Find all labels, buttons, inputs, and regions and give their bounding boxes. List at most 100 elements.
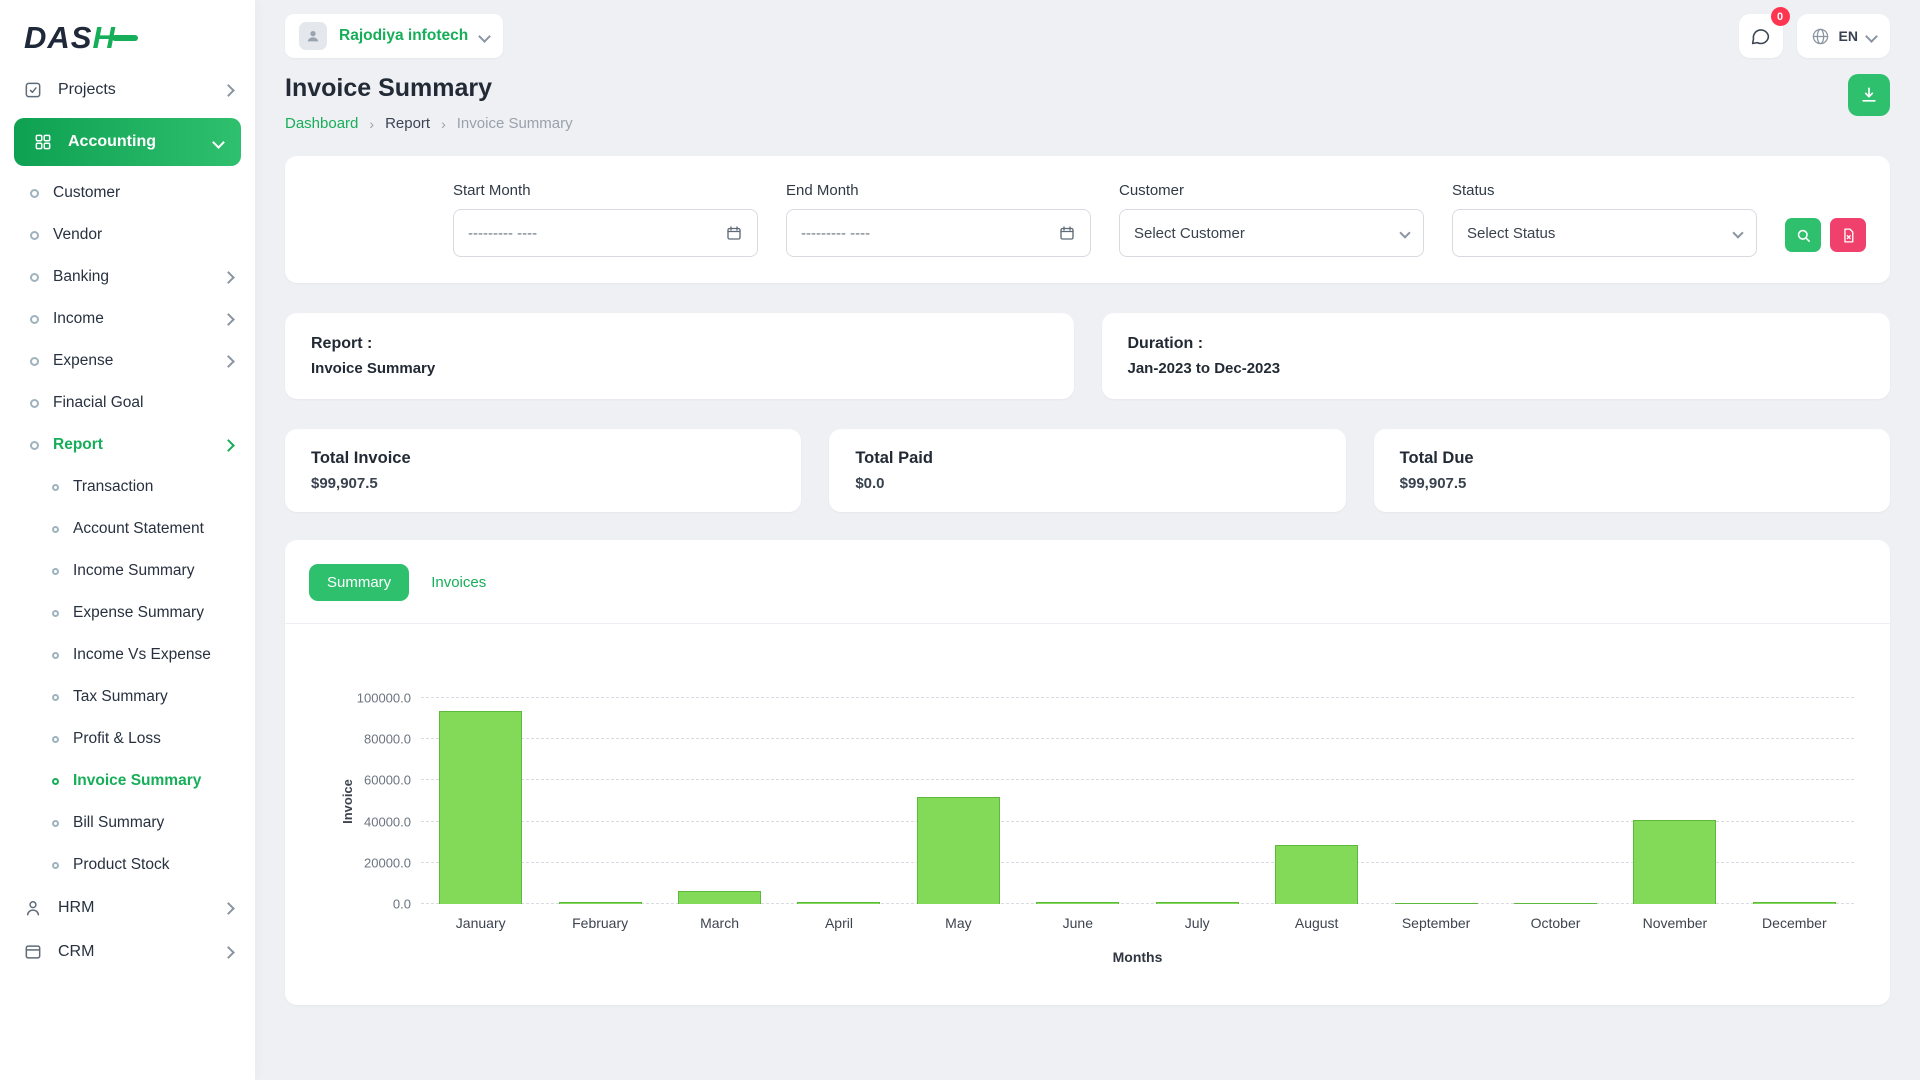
sidebar-item-product-stock[interactable]: Product Stock bbox=[0, 844, 255, 886]
sidebar-item-vendor[interactable]: Vendor bbox=[0, 214, 255, 256]
page-title: Invoice Summary bbox=[285, 74, 573, 103]
start-month-input[interactable]: --------- ---- bbox=[453, 209, 758, 257]
x-axis-ticks: JanuaryFebruaryMarchAprilMayJuneJulyAugu… bbox=[421, 915, 1854, 931]
stat-value: $99,907.5 bbox=[1400, 475, 1864, 492]
search-icon bbox=[1795, 227, 1812, 244]
tab-summary[interactable]: Summary bbox=[309, 564, 409, 601]
sidebar-item-customer[interactable]: Customer bbox=[0, 172, 255, 214]
sidebar-item-hrm[interactable]: HRM bbox=[0, 886, 255, 930]
language-selector[interactable]: EN bbox=[1797, 14, 1890, 58]
bullet-icon bbox=[30, 189, 39, 198]
bar-january[interactable] bbox=[439, 711, 522, 904]
bar-march[interactable] bbox=[678, 891, 761, 904]
apply-filter-button[interactable] bbox=[1785, 218, 1821, 252]
messages-button[interactable]: 0 bbox=[1739, 14, 1783, 58]
calendar-icon bbox=[725, 224, 743, 242]
sidebar-item-label: Report bbox=[53, 436, 103, 454]
sidebar-item-invoice-summary[interactable]: Invoice Summary bbox=[0, 760, 255, 802]
sidebar-item-expense[interactable]: Expense bbox=[0, 340, 255, 382]
sidebar-item-financial-goal[interactable]: Finacial Goal bbox=[0, 382, 255, 424]
calendar-icon bbox=[1058, 224, 1076, 242]
bar-december[interactable] bbox=[1753, 902, 1836, 904]
bar-may[interactable] bbox=[917, 797, 1000, 904]
sidebar-item-bill-summary[interactable]: Bill Summary bbox=[0, 802, 255, 844]
report-label: Report : bbox=[311, 335, 1048, 353]
sidebar-item-profit-loss[interactable]: Profit & Loss bbox=[0, 718, 255, 760]
sidebar-item-account-statement[interactable]: Account Statement bbox=[0, 508, 255, 550]
start-month-label: Start Month bbox=[453, 182, 758, 199]
sidebar-item-label: Income bbox=[53, 310, 104, 328]
breadcrumb-dashboard[interactable]: Dashboard bbox=[285, 115, 358, 132]
bullet-icon bbox=[30, 441, 39, 450]
bar-april[interactable] bbox=[797, 902, 880, 904]
sidebar-item-label: Projects bbox=[58, 81, 116, 99]
bar-slot bbox=[1735, 698, 1854, 904]
status-select[interactable]: Select Status bbox=[1452, 209, 1757, 257]
total-due-card: Total Due $99,907.5 bbox=[1374, 429, 1890, 512]
sidebar-item-label: Vendor bbox=[53, 226, 102, 244]
x-tick-label: November bbox=[1615, 915, 1734, 931]
bullet-icon bbox=[52, 526, 59, 533]
start-month-value: --------- ---- bbox=[468, 225, 537, 242]
sidebar-item-income[interactable]: Income bbox=[0, 298, 255, 340]
download-button[interactable] bbox=[1848, 74, 1890, 116]
workspace-selector[interactable]: Rajodiya infotech bbox=[285, 14, 503, 58]
status-select-value: Select Status bbox=[1467, 225, 1555, 242]
sidebar-item-expense-summary[interactable]: Expense Summary bbox=[0, 592, 255, 634]
status-group: Status Select Status bbox=[1452, 182, 1757, 257]
sidebar-item-crm[interactable]: CRM bbox=[0, 930, 255, 974]
stat-label: Total Invoice bbox=[311, 449, 775, 468]
bullet-icon bbox=[52, 820, 59, 827]
bullet-icon bbox=[52, 610, 59, 617]
bar-september[interactable] bbox=[1395, 903, 1478, 904]
bullet-icon bbox=[52, 862, 59, 869]
breadcrumb-report[interactable]: Report bbox=[385, 115, 430, 132]
bar-august[interactable] bbox=[1275, 845, 1358, 904]
customer-select[interactable]: Select Customer bbox=[1119, 209, 1424, 257]
main-content: Rajodiya infotech 0 EN Invoice Summary D… bbox=[255, 0, 1920, 1035]
sidebar-item-projects[interactable]: Projects bbox=[0, 68, 255, 112]
sidebar-item-label: Expense bbox=[53, 352, 113, 370]
chevron-down-icon bbox=[478, 30, 491, 43]
x-tick-label: June bbox=[1018, 915, 1137, 931]
bar-july[interactable] bbox=[1156, 902, 1239, 904]
tab-invoices[interactable]: Invoices bbox=[427, 564, 490, 601]
header-actions: 0 EN bbox=[1739, 14, 1890, 58]
x-tick-label: August bbox=[1257, 915, 1376, 931]
sidebar-item-income-summary[interactable]: Income Summary bbox=[0, 550, 255, 592]
chevron-down-icon bbox=[1732, 227, 1743, 238]
x-tick-label: May bbox=[899, 915, 1018, 931]
stat-value: $99,907.5 bbox=[311, 475, 775, 492]
sidebar-item-banking[interactable]: Banking bbox=[0, 256, 255, 298]
bullet-icon bbox=[30, 231, 39, 240]
sidebar-item-label: Transaction bbox=[73, 478, 153, 496]
reset-filter-button[interactable] bbox=[1830, 218, 1866, 252]
total-paid-card: Total Paid $0.0 bbox=[829, 429, 1345, 512]
end-month-input[interactable]: --------- ---- bbox=[786, 209, 1091, 257]
y-tick-label: 0.0 bbox=[335, 897, 411, 912]
sidebar-item-income-vs-expense[interactable]: Income Vs Expense bbox=[0, 634, 255, 676]
sidebar-item-report[interactable]: Report bbox=[0, 424, 255, 466]
download-icon bbox=[1859, 85, 1879, 105]
window-icon bbox=[22, 941, 44, 963]
y-tick-label: 80000.0 bbox=[335, 732, 411, 747]
bullet-icon bbox=[52, 652, 59, 659]
grid-icon bbox=[32, 131, 54, 153]
brand-logo[interactable]: DASH bbox=[0, 0, 255, 68]
bar-november[interactable] bbox=[1633, 820, 1716, 904]
customer-label: Customer bbox=[1119, 182, 1424, 199]
stats-row: Total Invoice $99,907.5 Total Paid $0.0 … bbox=[285, 429, 1890, 512]
sidebar-item-transaction[interactable]: Transaction bbox=[0, 466, 255, 508]
page-header: Invoice Summary Dashboard › Report › Inv… bbox=[285, 74, 1890, 132]
avatar bbox=[299, 22, 327, 50]
chevron-down-icon bbox=[212, 136, 225, 149]
sidebar-item-tax-summary[interactable]: Tax Summary bbox=[0, 676, 255, 718]
bullet-icon bbox=[30, 315, 39, 324]
sidebar-item-accounting[interactable]: Accounting bbox=[14, 118, 241, 166]
x-tick-label: July bbox=[1138, 915, 1257, 931]
bar-june[interactable] bbox=[1036, 902, 1119, 904]
bullet-icon bbox=[30, 399, 39, 408]
bar-october[interactable] bbox=[1514, 903, 1597, 904]
sidebar-item-label: Income Summary bbox=[73, 562, 194, 580]
bar-february[interactable] bbox=[559, 902, 642, 904]
